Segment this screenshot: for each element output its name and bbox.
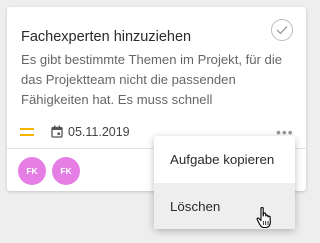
task-title[interactable]: Fachexperten hinzuziehen — [21, 29, 191, 45]
avatar[interactable]: FK — [18, 157, 46, 185]
more-horizontal-icon[interactable]: ••• — [276, 125, 294, 139]
avatar[interactable]: FK — [52, 157, 80, 185]
menu-item-copy-task[interactable]: Aufgabe kopieren — [154, 136, 295, 182]
complete-checkbox[interactable] — [271, 19, 293, 41]
task-description: Es gibt bestimmte Themen im Projekt, für… — [21, 52, 283, 107]
checkmark-icon — [276, 26, 288, 35]
due-date: 05.11.2019 — [68, 125, 130, 139]
hand-pointer-icon — [256, 206, 271, 229]
calendar-icon — [51, 125, 63, 138]
priority-medium-icon — [20, 126, 34, 138]
